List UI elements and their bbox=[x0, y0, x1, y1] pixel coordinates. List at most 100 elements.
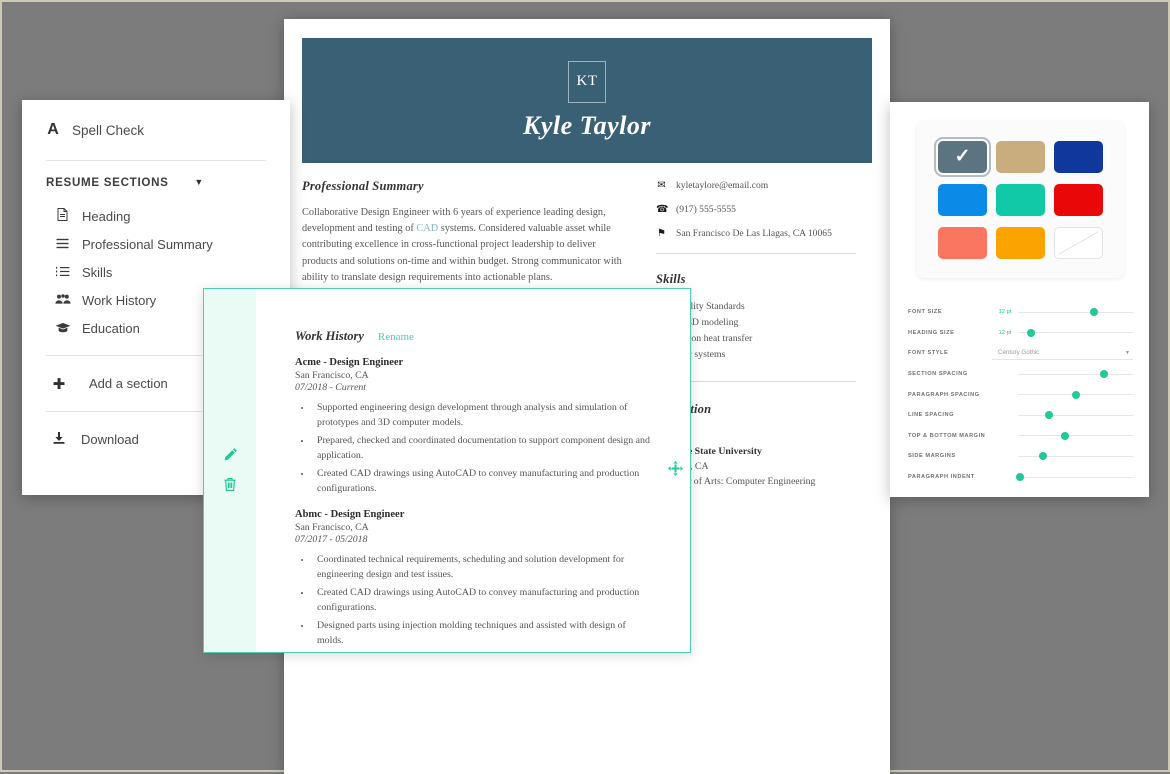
skills-title: Skills bbox=[656, 272, 686, 286]
slider-knob[interactable] bbox=[1061, 431, 1070, 440]
slider-knob[interactable] bbox=[1089, 308, 1098, 317]
color-swatch-slate-gray[interactable]: ✓ bbox=[934, 136, 991, 177]
spell-check-button[interactable]: A Spell Check bbox=[46, 100, 266, 160]
color-swatch-red[interactable] bbox=[1054, 183, 1103, 216]
slider-knob[interactable] bbox=[1026, 328, 1035, 337]
contact-address-value: San Francisco De Las Llagas, CA 10065 bbox=[676, 228, 832, 239]
resume-full-name[interactable]: Kyle Taylor bbox=[523, 111, 651, 141]
color-swatch-bright-blue[interactable] bbox=[938, 183, 987, 216]
sidebar-item-professional-summary[interactable]: Professional Summary bbox=[46, 231, 266, 259]
divider bbox=[656, 253, 856, 254]
slider-knob[interactable] bbox=[1071, 390, 1080, 399]
setting-label: SIDE MARGINS bbox=[908, 453, 956, 460]
setting-slider[interactable] bbox=[1016, 470, 1133, 484]
setting-slider[interactable] bbox=[1018, 449, 1133, 463]
setting-row-heading-size[interactable]: HEADING SIZE 12 pt bbox=[908, 323, 1133, 344]
setting-label: TOP & BOTTOM MARGIN bbox=[908, 432, 986, 439]
download-icon bbox=[51, 431, 67, 449]
users-icon bbox=[54, 292, 71, 310]
spell-check-label: Spell Check bbox=[72, 122, 145, 138]
work-history-editor-popup: Work History Rename Acme - Design Engine… bbox=[203, 288, 691, 653]
monogram-initials: KT bbox=[568, 60, 606, 103]
slider-knob[interactable] bbox=[1045, 411, 1054, 420]
setting-value: 12 pt bbox=[998, 329, 1012, 336]
sidebar-item-label: Education bbox=[82, 321, 140, 336]
contact-list: ✉ kyletaylore@email.com ☎ (917) 555-5555… bbox=[656, 179, 856, 240]
setting-value: 12 pt bbox=[998, 309, 1012, 316]
setting-row-font-size[interactable]: FONT SIZE 12 pt bbox=[908, 302, 1133, 323]
job-bullet: Created CAD drawings using AutoCAD to co… bbox=[312, 585, 650, 615]
job-dates: 07/2017 - 05/2018 bbox=[295, 534, 368, 545]
job-bullet: Designed parts using injection molding t… bbox=[312, 618, 650, 648]
job-bullet: Prepared, checked and coordinated docume… bbox=[312, 433, 650, 463]
contact-phone-row[interactable]: ☎ (917) 555-5555 bbox=[656, 203, 856, 216]
setting-row-font-style[interactable]: FONT STYLE Century Gothic ▼ bbox=[908, 343, 1133, 364]
color-swatch-tan[interactable] bbox=[996, 140, 1045, 173]
bars-icon bbox=[54, 236, 71, 254]
job-location: San Francisco, CA bbox=[295, 370, 369, 381]
setting-row-paragraph-indent[interactable]: PARAGRAPH INDENT bbox=[908, 467, 1133, 488]
job-title: Abmc - Design Engineer bbox=[295, 509, 405, 520]
professional-summary-text[interactable]: Collaborative Design Engineer with 6 yea… bbox=[302, 205, 632, 286]
job-bullet: Created CAD drawings using AutoCAD to co… bbox=[312, 466, 650, 496]
color-swatch-teal[interactable] bbox=[996, 183, 1045, 216]
setting-slider[interactable] bbox=[1018, 305, 1133, 319]
sidebar-item-label: Skills bbox=[82, 265, 113, 280]
setting-slider[interactable] bbox=[1018, 429, 1133, 443]
professional-summary-title: Professional Summary bbox=[302, 179, 424, 193]
work-history-content: Work History Rename Acme - Design Engine… bbox=[256, 289, 690, 652]
rename-link[interactable]: Rename bbox=[378, 331, 414, 343]
color-swatch-none[interactable] bbox=[1054, 226, 1103, 259]
job-bullet: Supported engineering design development… bbox=[312, 400, 650, 430]
slider-knob[interactable] bbox=[1039, 452, 1048, 461]
chevron-down-icon[interactable]: ▼ bbox=[194, 177, 204, 187]
move-handle-icon[interactable] bbox=[668, 461, 683, 479]
setting-slider[interactable] bbox=[1018, 367, 1133, 381]
font-style-select[interactable]: Century Gothic ▼ bbox=[992, 346, 1133, 361]
resume-sections-header[interactable]: RESUME SECTIONS ▼ bbox=[46, 161, 266, 203]
font-style-value: Century Gothic bbox=[998, 349, 1040, 357]
setting-row-section-spacing[interactable]: SECTION SPACING bbox=[908, 364, 1133, 385]
job-title: Acme - Design Engineer bbox=[295, 357, 404, 368]
contact-phone-value: (917) 555-5555 bbox=[676, 204, 736, 215]
setting-row-top-bottom-margin[interactable]: TOP & BOTTOM MARGIN bbox=[908, 426, 1133, 447]
color-swatch-navy[interactable] bbox=[1054, 140, 1103, 173]
setting-slider[interactable] bbox=[1018, 408, 1133, 422]
setting-label: PARAGRAPH SPACING bbox=[908, 391, 980, 398]
setting-label: FONT SIZE bbox=[908, 309, 943, 316]
setting-slider[interactable] bbox=[1018, 326, 1133, 340]
job-entry[interactable]: Acme - Design Engineer San Francisco, CA… bbox=[295, 357, 650, 496]
chevron-down-icon[interactable]: ▼ bbox=[1125, 350, 1130, 356]
sidebar-item-heading[interactable]: Heading bbox=[46, 203, 266, 231]
setting-label: SECTION SPACING bbox=[908, 371, 968, 378]
theme-color-picker: ✓ bbox=[917, 121, 1124, 278]
summary-link-cad[interactable]: CAD bbox=[416, 223, 438, 234]
setting-row-side-margins[interactable]: SIDE MARGINS bbox=[908, 446, 1133, 467]
sidebar-item-label: Heading bbox=[82, 209, 131, 224]
setting-slider[interactable] bbox=[1018, 388, 1133, 402]
sidebar-item-label: Professional Summary bbox=[82, 237, 213, 252]
edit-pencil-icon[interactable] bbox=[223, 447, 238, 465]
document-icon bbox=[54, 208, 71, 226]
graduation-cap-icon bbox=[54, 320, 71, 338]
setting-label: PARAGRAPH INDENT bbox=[908, 474, 975, 481]
contact-email-value: kyletaylore@email.com bbox=[676, 180, 769, 191]
resume-header-banner: KT Kyle Taylor bbox=[302, 38, 872, 163]
document-settings-panel: ✓ FONT SIZE 12 pt HEADING SIZE 12 pt FONT ST… bbox=[890, 102, 1149, 497]
color-swatch-orange[interactable] bbox=[996, 226, 1045, 259]
add-a-section-label: Add a section bbox=[89, 376, 168, 391]
setting-row-paragraph-spacing[interactable]: PARAGRAPH SPACING bbox=[908, 384, 1133, 405]
sidebar-item-skills[interactable]: Skills bbox=[46, 259, 266, 287]
job-entry[interactable]: Abmc - Design Engineer San Francisco, CA… bbox=[295, 509, 650, 648]
setting-label: FONT STYLE bbox=[908, 350, 949, 357]
slider-knob[interactable] bbox=[1100, 370, 1109, 379]
job-bullet-list: Coordinated technical requirements, sche… bbox=[312, 552, 650, 648]
sidebar-item-label: Work History bbox=[82, 293, 157, 308]
delete-trash-icon[interactable] bbox=[223, 477, 237, 495]
contact-email-row[interactable]: ✉ kyletaylore@email.com bbox=[656, 179, 856, 192]
job-dates: 07/2018 - Current bbox=[295, 382, 366, 393]
slider-knob[interactable] bbox=[1016, 473, 1025, 482]
contact-address-row[interactable]: ⚑ San Francisco De Las Llagas, CA 10065 bbox=[656, 227, 856, 240]
setting-row-line-spacing[interactable]: LINE SPACING bbox=[908, 405, 1133, 426]
color-swatch-salmon[interactable] bbox=[938, 226, 987, 259]
